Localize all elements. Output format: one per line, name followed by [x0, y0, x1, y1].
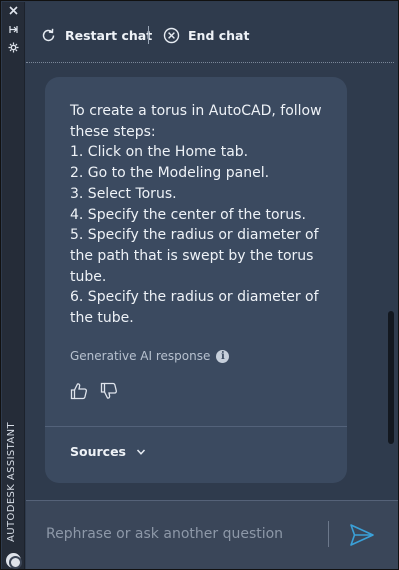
end-chat-icon	[163, 27, 180, 43]
answer-line: 3. Select Torus.	[70, 185, 177, 202]
thumbs-up-icon[interactable]	[69, 381, 89, 401]
composer	[26, 500, 398, 569]
end-chat-button[interactable]: End chat	[163, 24, 249, 46]
info-icon[interactable]: i	[216, 349, 230, 363]
thumbs-down-icon[interactable]	[99, 381, 119, 401]
assistant-answer-text: To create a torus in AutoCAD, follow the…	[70, 101, 332, 329]
autodesk-logo-icon	[6, 553, 22, 569]
chevron-down-icon	[136, 448, 146, 455]
composer-separator	[328, 521, 329, 547]
send-icon[interactable]	[348, 522, 376, 548]
assistant-message-card: To create a torus in AutoCAD, follow the…	[45, 77, 347, 483]
assistant-window: AUTODESK ASSISTANT Restart chat End chat	[0, 0, 399, 570]
sources-label: Sources	[70, 444, 126, 459]
question-input[interactable]	[46, 523, 306, 545]
chat-toolbar: Restart chat End chat	[26, 2, 398, 63]
toolbar-separator	[148, 26, 149, 44]
restart-icon	[42, 28, 55, 41]
generative-ai-label: Generative AI response i	[70, 349, 230, 363]
sources-toggle[interactable]: Sources	[70, 444, 146, 459]
scrollbar-thumb[interactable]	[388, 311, 394, 444]
answer-line: To create a torus in AutoCAD, follow the…	[70, 103, 322, 140]
auto-hide-icon[interactable]	[6, 24, 21, 37]
generative-ai-text: Generative AI response	[70, 349, 211, 363]
palette-title-strip: AUTODESK ASSISTANT	[2, 2, 25, 569]
close-icon[interactable]	[6, 5, 21, 18]
answer-line: 4. Specify the center of the torus.	[70, 206, 306, 223]
chat-panel: Restart chat End chat To create a torus …	[26, 2, 398, 569]
answer-line: 6. Specify the radius or diameter of the…	[70, 289, 319, 327]
end-chat-label: End chat	[188, 27, 250, 43]
answer-line: 1. Click on the Home tab.	[70, 144, 249, 161]
answer-line: 2. Go to the Modeling panel.	[70, 165, 270, 182]
conversation-scroll-area[interactable]: To create a torus in AutoCAD, follow the…	[26, 63, 398, 501]
card-divider	[45, 426, 347, 427]
restart-chat-label: Restart chat	[65, 27, 153, 43]
feedback-buttons	[69, 381, 119, 401]
answer-line: 5. Specify the radius or diameter of the…	[70, 227, 319, 285]
properties-icon[interactable]	[6, 42, 21, 55]
palette-title: AUTODESK ASSISTANT	[6, 421, 17, 542]
restart-chat-button[interactable]: Restart chat	[40, 24, 152, 46]
